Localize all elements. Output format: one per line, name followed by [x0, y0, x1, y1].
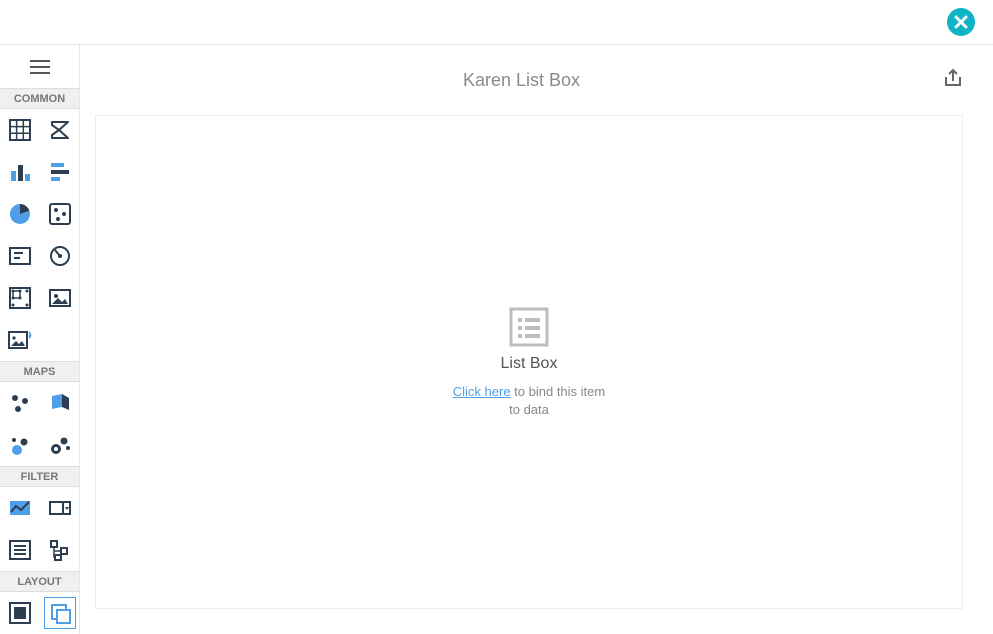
scatter-icon[interactable]	[7, 390, 33, 416]
bind-data-link[interactable]: Click here	[453, 384, 511, 399]
card-icon[interactable]	[7, 243, 33, 269]
tree-filter-icon[interactable]	[47, 537, 73, 563]
menu-button[interactable]	[0, 45, 79, 88]
section-layout: LAYOUT	[0, 571, 79, 592]
close-icon	[954, 15, 968, 29]
sidebar: COMMON	[0, 45, 80, 634]
placeholder-text: Click here to bind this item to data	[449, 383, 609, 419]
bar-chart-icon[interactable]	[7, 159, 33, 185]
grid-icon[interactable]	[7, 117, 33, 143]
point-map-icon[interactable]	[47, 432, 73, 458]
canvas: List Box Click here to bind this item to…	[95, 115, 963, 609]
export-icon	[943, 68, 963, 88]
topbar	[0, 0, 993, 45]
treemap-icon[interactable]	[7, 285, 33, 311]
list-box-icon	[507, 305, 551, 349]
web-image-icon[interactable]	[7, 327, 33, 353]
pie-chart-icon[interactable]	[7, 201, 33, 227]
placeholder-rest: to bind this item to data	[509, 384, 605, 417]
combo-filter-icon[interactable]	[47, 495, 73, 521]
menu-icon	[30, 60, 50, 74]
tab-layout-icon[interactable]	[47, 600, 73, 626]
dice-icon[interactable]	[47, 201, 73, 227]
main: Karen List Box List Box	[80, 45, 993, 634]
section-maps: MAPS	[0, 361, 79, 382]
header: Karen List Box	[80, 45, 993, 115]
placeholder-label: List Box	[501, 355, 558, 373]
horizontal-bar-icon[interactable]	[47, 159, 73, 185]
bubble-map-icon[interactable]	[7, 432, 33, 458]
page-title: Karen List Box	[100, 70, 943, 91]
group-layout-icon[interactable]	[7, 600, 33, 626]
gauge-icon[interactable]	[47, 243, 73, 269]
section-filter: FILTER	[0, 466, 79, 487]
polygon-icon[interactable]	[47, 390, 73, 416]
close-button[interactable]	[947, 8, 975, 36]
range-filter-icon[interactable]	[7, 495, 33, 521]
section-common: COMMON	[0, 88, 79, 109]
image-icon[interactable]	[47, 285, 73, 311]
export-button[interactable]	[943, 68, 963, 93]
sigma-icon[interactable]	[47, 117, 73, 143]
list-box-placeholder: List Box Click here to bind this item to…	[449, 305, 609, 419]
list-filter-icon[interactable]	[7, 537, 33, 563]
